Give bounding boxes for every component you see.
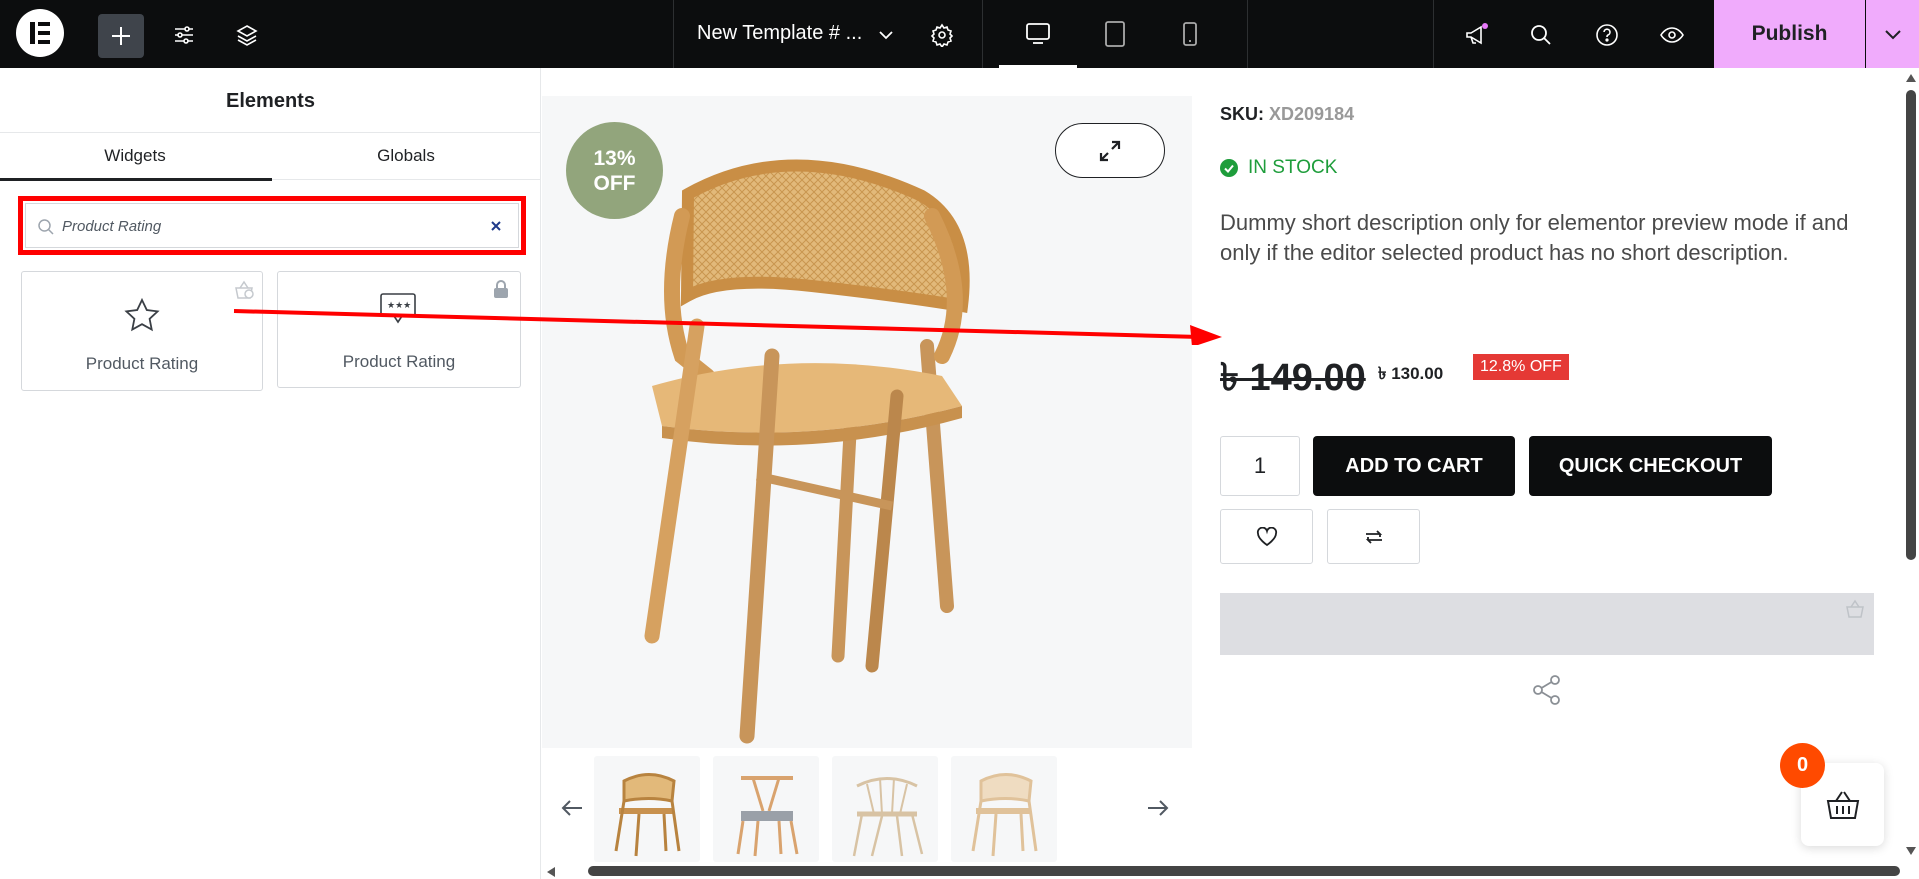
- discount-badge: 13% OFF: [566, 122, 663, 219]
- stock-text: IN STOCK: [1248, 157, 1338, 178]
- page-settings-gear-icon[interactable]: [926, 20, 958, 50]
- site-settings-icon[interactable]: [164, 20, 204, 50]
- widget-search-input[interactable]: [62, 214, 462, 238]
- search-icon: [38, 219, 54, 235]
- elements-panel: Elements Widgets Globals Product Rating …: [0, 68, 541, 879]
- shop-pro-icon: [1846, 599, 1864, 618]
- scroll-up-arrow-icon[interactable]: [1905, 73, 1917, 83]
- star-icon: [124, 297, 160, 332]
- add-to-cart-button[interactable]: ADD TO CART: [1313, 436, 1515, 496]
- clear-search-icon[interactable]: [486, 216, 506, 236]
- widget-label: Product Rating: [342, 352, 456, 371]
- widget-product-rating[interactable]: Product Rating: [21, 271, 263, 391]
- add-element-button[interactable]: [98, 14, 144, 58]
- compare-arrows-icon: [1365, 529, 1382, 544]
- desktop-device-icon[interactable]: [1020, 18, 1056, 50]
- scroll-left-arrow-icon[interactable]: [546, 866, 556, 878]
- regular-price: ৳ 149.00: [1220, 357, 1366, 399]
- quantity-input[interactable]: 1: [1220, 436, 1300, 496]
- scroll-down-arrow-icon[interactable]: [1905, 846, 1917, 856]
- gallery-prev-arrow-icon[interactable]: [560, 798, 584, 823]
- product-short-description: Dummy short description only for element…: [1220, 210, 1849, 265]
- share-icon[interactable]: [1530, 673, 1564, 712]
- layers-icon[interactable]: [227, 20, 267, 50]
- chevron-down-icon: [1884, 30, 1901, 40]
- panel-title: Elements: [226, 90, 315, 112]
- gallery-thumbnail[interactable]: [713, 756, 819, 862]
- tab-widgets[interactable]: Widgets: [0, 146, 270, 166]
- search-icon[interactable]: [1525, 20, 1557, 50]
- elementor-logo-icon[interactable]: [16, 9, 64, 57]
- discount-percent: 13%: [593, 147, 636, 170]
- lock-icon: [494, 280, 508, 298]
- mobile-device-icon[interactable]: [1175, 18, 1205, 50]
- divider: [0, 132, 541, 133]
- discount-off-label: OFF: [593, 172, 636, 195]
- tab-globals[interactable]: Globals: [271, 146, 541, 166]
- compare-button[interactable]: [1327, 509, 1420, 564]
- document-title[interactable]: New Template # ...: [697, 22, 862, 45]
- sku-label: SKU:: [1220, 104, 1264, 124]
- shop-pro-icon: [235, 280, 254, 299]
- preview-eye-icon[interactable]: [1656, 20, 1688, 50]
- divider: [673, 0, 674, 68]
- gallery-next-arrow-icon[interactable]: [1146, 798, 1170, 823]
- expand-icon: [1099, 140, 1121, 161]
- discount-tag: 12.8% OFF: [1473, 354, 1569, 380]
- chevron-down-icon[interactable]: [873, 22, 899, 48]
- vertical-scroll-thumb[interactable]: [1906, 90, 1916, 560]
- divider: [272, 179, 541, 180]
- horizontal-scroll-thumb[interactable]: [588, 866, 1900, 876]
- publish-button[interactable]: Publish: [1714, 0, 1865, 68]
- editor-topbar: New Template # ... Publish: [0, 0, 1919, 68]
- active-tab-indicator: [0, 178, 272, 181]
- check-circle-icon: [1220, 159, 1238, 177]
- sku-value: XD209184: [1269, 104, 1355, 124]
- quick-checkout-button[interactable]: QUICK CHECKOUT: [1529, 436, 1772, 496]
- stock-status: IN STOCK: [1220, 157, 1337, 179]
- basket-icon: [1826, 790, 1859, 819]
- sale-price: ৳ 130.00: [1378, 364, 1444, 383]
- gallery-thumbnail[interactable]: [594, 756, 700, 862]
- tablet-device-icon[interactable]: [1097, 16, 1133, 52]
- announcements-megaphone-icon[interactable]: [1460, 18, 1494, 52]
- gallery-thumbnail[interactable]: [832, 756, 938, 862]
- widget-search-box: [25, 203, 519, 248]
- cart-count-badge: 0: [1780, 743, 1825, 788]
- gallery-thumbnail[interactable]: [951, 756, 1057, 862]
- zoom-expand-button[interactable]: [1055, 123, 1165, 178]
- wishlist-button[interactable]: [1220, 509, 1313, 564]
- publish-options-button[interactable]: [1866, 0, 1919, 68]
- divider: [1433, 0, 1434, 68]
- sku-row: SKU: XD209184: [1220, 104, 1354, 125]
- placeholder-widget-box: [1220, 593, 1874, 655]
- help-icon[interactable]: [1591, 20, 1623, 50]
- divider: [1247, 0, 1248, 68]
- divider: [982, 0, 983, 68]
- heart-icon: [1256, 526, 1277, 546]
- annotation-arrow-icon: [233, 309, 1222, 345]
- widget-label: Product Rating: [85, 354, 199, 373]
